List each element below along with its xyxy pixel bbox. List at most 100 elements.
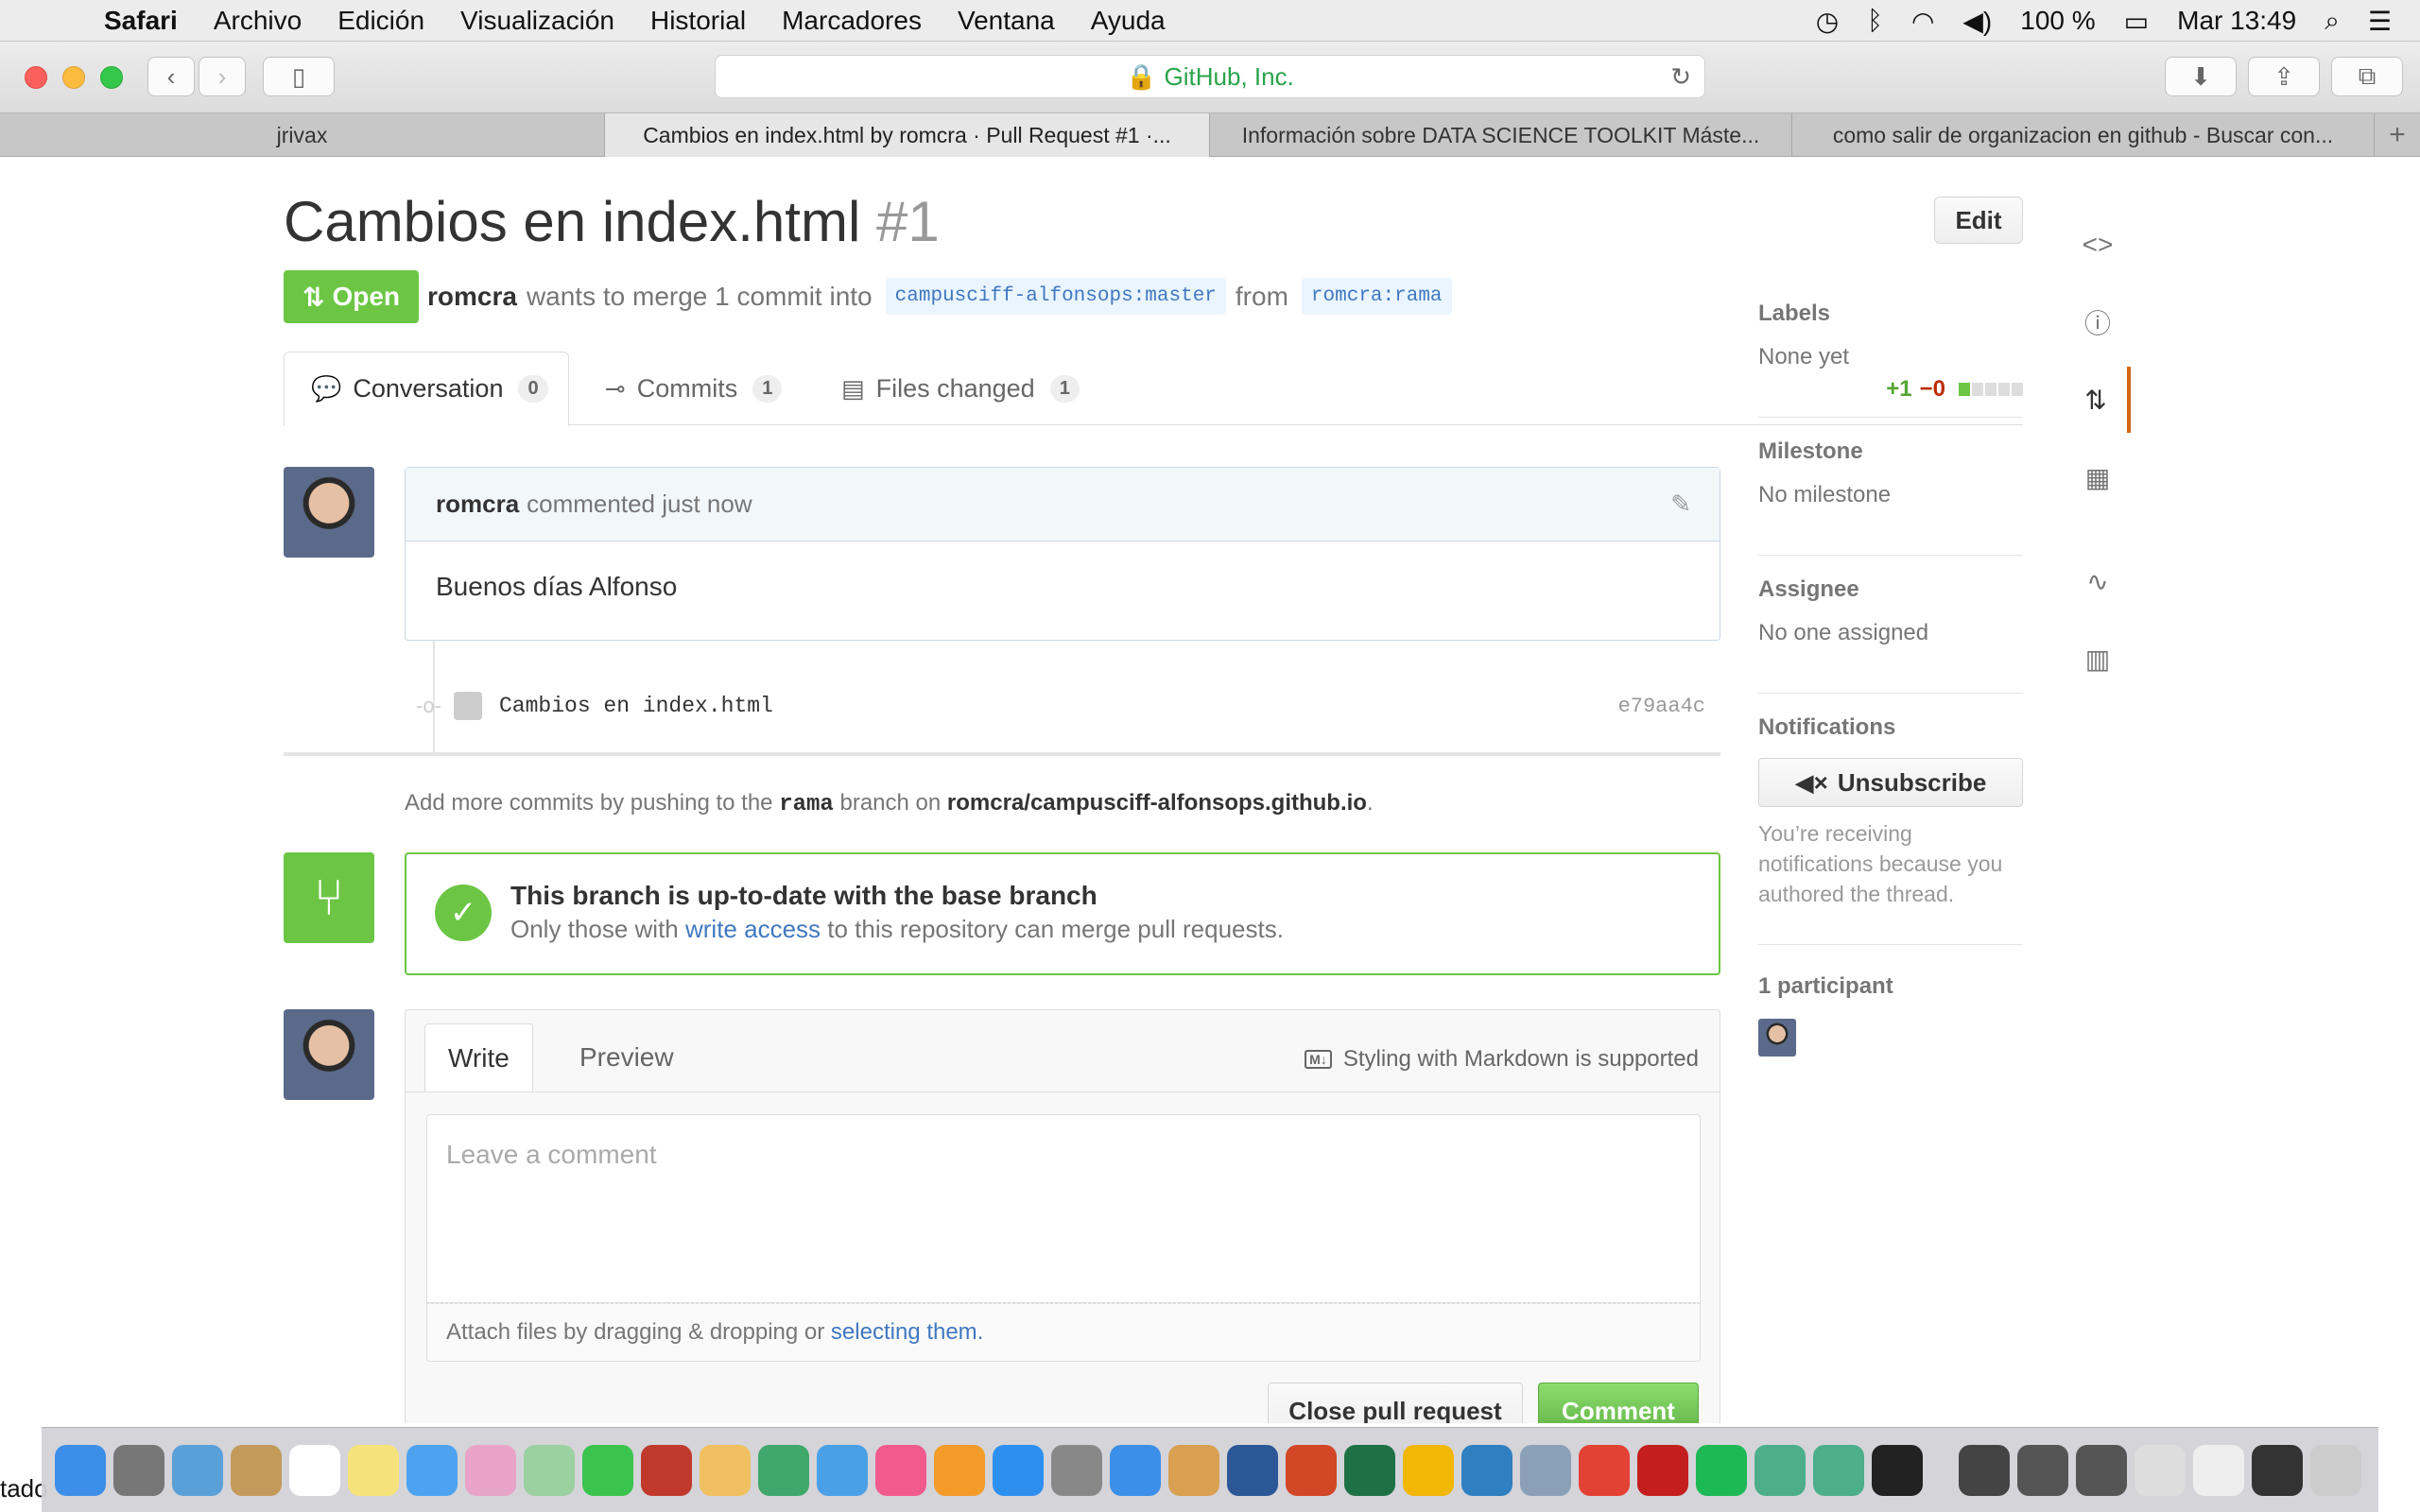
- battery-icon[interactable]: ▭: [2124, 6, 2149, 37]
- browser-tab-4[interactable]: como salir de organizacion en github - B…: [1792, 113, 2375, 157]
- sidebar-assignee-heading[interactable]: Assignee: [1758, 576, 2023, 603]
- share-button[interactable]: ⇪: [2248, 57, 2320, 96]
- minimized-window-icon[interactable]: [2135, 1444, 2186, 1496]
- menu-archivo[interactable]: Archivo: [214, 6, 302, 36]
- time-machine-icon[interactable]: ◷: [1816, 6, 1839, 37]
- edit-button[interactable]: Edit: [1934, 197, 2023, 244]
- volume-icon[interactable]: ◀): [1962, 6, 1992, 37]
- notes-icon[interactable]: [348, 1444, 399, 1496]
- sidebar-milestone-heading[interactable]: Milestone: [1758, 438, 2023, 465]
- terminal-icon[interactable]: [1872, 1444, 1923, 1496]
- notification-center-icon[interactable]: ☰: [2368, 6, 2392, 37]
- tab-write[interactable]: Write: [424, 1023, 533, 1092]
- reload-icon[interactable]: ↻: [1670, 62, 1691, 92]
- numbers-icon[interactable]: [758, 1444, 809, 1496]
- browser-tab-3[interactable]: Información sobre DATA SCIENCE TOOLKIT M…: [1210, 113, 1792, 157]
- head-ref[interactable]: romcra:rama: [1301, 278, 1452, 315]
- maps-icon[interactable]: [524, 1444, 575, 1496]
- photo-booth-icon[interactable]: [641, 1444, 692, 1496]
- menu-marcadores[interactable]: Marcadores: [782, 6, 922, 36]
- acrobat-icon[interactable]: [1637, 1444, 1688, 1496]
- write-access-link[interactable]: write access: [685, 915, 821, 943]
- itunes-icon[interactable]: [875, 1444, 926, 1496]
- menu-ventana[interactable]: Ventana: [958, 6, 1055, 36]
- tab-preview[interactable]: Preview: [557, 1023, 697, 1091]
- wiki-icon[interactable]: ▦: [2065, 444, 2131, 510]
- archive-utility-icon[interactable]: [1168, 1444, 1219, 1496]
- commit-message[interactable]: Cambios en index.html: [499, 694, 773, 718]
- contacts-icon[interactable]: [231, 1444, 282, 1496]
- preview-icon[interactable]: [1520, 1444, 1571, 1496]
- tab-conversation[interactable]: 💬 Conversation 0: [284, 352, 569, 426]
- menu-historial[interactable]: Historial: [650, 6, 746, 36]
- avatar[interactable]: [1758, 1019, 1796, 1057]
- downloads-button[interactable]: ⬇: [2165, 57, 2237, 96]
- facetime-icon[interactable]: [582, 1444, 633, 1496]
- minimize-window-button[interactable]: [62, 66, 85, 89]
- spotify-icon[interactable]: [1696, 1444, 1747, 1496]
- powerpoint-icon[interactable]: [1286, 1444, 1337, 1496]
- word-icon[interactable]: [1227, 1444, 1278, 1496]
- app-store-icon[interactable]: [993, 1444, 1044, 1496]
- menu-ayuda[interactable]: Ayuda: [1091, 6, 1166, 36]
- cyberduck-icon[interactable]: [1461, 1444, 1512, 1496]
- minimized-window-icon[interactable]: [2252, 1444, 2303, 1496]
- minimized-window-icon[interactable]: [2193, 1444, 2244, 1496]
- avatar[interactable]: [284, 1009, 374, 1100]
- graph-icon[interactable]: ▥: [2065, 626, 2131, 692]
- battery-percent[interactable]: 100 %: [2020, 6, 2095, 36]
- code-icon[interactable]: <>: [2065, 212, 2131, 278]
- back-button[interactable]: ‹: [147, 57, 195, 96]
- photos-icon[interactable]: [465, 1444, 516, 1496]
- atom-icon[interactable]: [1813, 1444, 1864, 1496]
- outlook-icon[interactable]: [1403, 1444, 1454, 1496]
- safari-icon[interactable]: [1110, 1444, 1161, 1496]
- trash-icon[interactable]: [2310, 1444, 2361, 1496]
- pages-icon[interactable]: [700, 1444, 751, 1496]
- markdown-help[interactable]: M↓ Styling with Markdown is supported: [1305, 1046, 1699, 1073]
- launchpad-icon[interactable]: [113, 1444, 164, 1496]
- sidebar-labels-heading[interactable]: Labels: [1758, 301, 2023, 327]
- forward-button[interactable]: ›: [199, 57, 246, 96]
- commit-sha[interactable]: e79aa4c: [1618, 695, 1705, 718]
- comment-author[interactable]: romcra: [436, 490, 519, 519]
- minimized-window-icon[interactable]: [1959, 1444, 2010, 1496]
- avatar[interactable]: [284, 467, 374, 558]
- mail-icon[interactable]: [172, 1444, 223, 1496]
- comment-button[interactable]: Comment: [1538, 1383, 1699, 1423]
- unsubscribe-button[interactable]: ◀× Unsubscribe: [1758, 758, 2023, 807]
- messages-icon[interactable]: [406, 1444, 458, 1496]
- issue-icon[interactable]: ⓘ: [2065, 289, 2131, 355]
- tab-commits[interactable]: ⊸ Commits 1: [605, 352, 783, 425]
- tab-overview-button[interactable]: ⧉: [2331, 57, 2403, 96]
- clock[interactable]: Mar 13:49: [2177, 6, 2296, 36]
- minimized-window-icon[interactable]: [2017, 1444, 2068, 1496]
- tab-files-changed[interactable]: ▤ Files changed 1: [841, 352, 1080, 425]
- excel-icon[interactable]: [1344, 1444, 1395, 1496]
- ibooks-icon[interactable]: [934, 1444, 985, 1496]
- bluetooth-icon[interactable]: ᛒ: [1867, 6, 1883, 36]
- address-bar[interactable]: 🔒 GitHub, Inc. ↻: [715, 55, 1705, 98]
- new-tab-button[interactable]: +: [2375, 113, 2420, 157]
- keynote-icon[interactable]: [817, 1444, 868, 1496]
- menu-edicion[interactable]: Edición: [337, 6, 424, 36]
- minimized-window-icon[interactable]: [2076, 1444, 2127, 1496]
- menu-visualizacion[interactable]: Visualización: [460, 6, 614, 36]
- browser-tab-1[interactable]: jrivax: [0, 113, 605, 157]
- push-help-repo[interactable]: romcra/campusciff-alfonsops.github.io: [947, 790, 1367, 816]
- pulse-icon[interactable]: ∿: [2065, 548, 2131, 614]
- pencil-icon[interactable]: ✎: [1670, 490, 1691, 519]
- fullscreen-window-button[interactable]: [100, 66, 123, 89]
- finder-icon[interactable]: [55, 1444, 106, 1496]
- browser-tab-2[interactable]: Cambios en index.html by romcra · Pull R…: [605, 113, 1210, 157]
- calendar-icon[interactable]: [289, 1444, 340, 1496]
- atom-icon[interactable]: [1754, 1444, 1806, 1496]
- spotlight-icon[interactable]: ⌕: [2325, 6, 2340, 37]
- close-pull-request-button[interactable]: Close pull request: [1268, 1383, 1523, 1423]
- git-pull-request-icon[interactable]: ⇅: [2065, 367, 2131, 433]
- chrome-icon[interactable]: [1579, 1444, 1630, 1496]
- comment-textarea[interactable]: Leave a comment: [426, 1114, 1701, 1303]
- system-preferences-icon[interactable]: [1051, 1444, 1102, 1496]
- menu-app-name[interactable]: Safari: [104, 6, 178, 36]
- select-files-link[interactable]: selecting them.: [831, 1319, 983, 1346]
